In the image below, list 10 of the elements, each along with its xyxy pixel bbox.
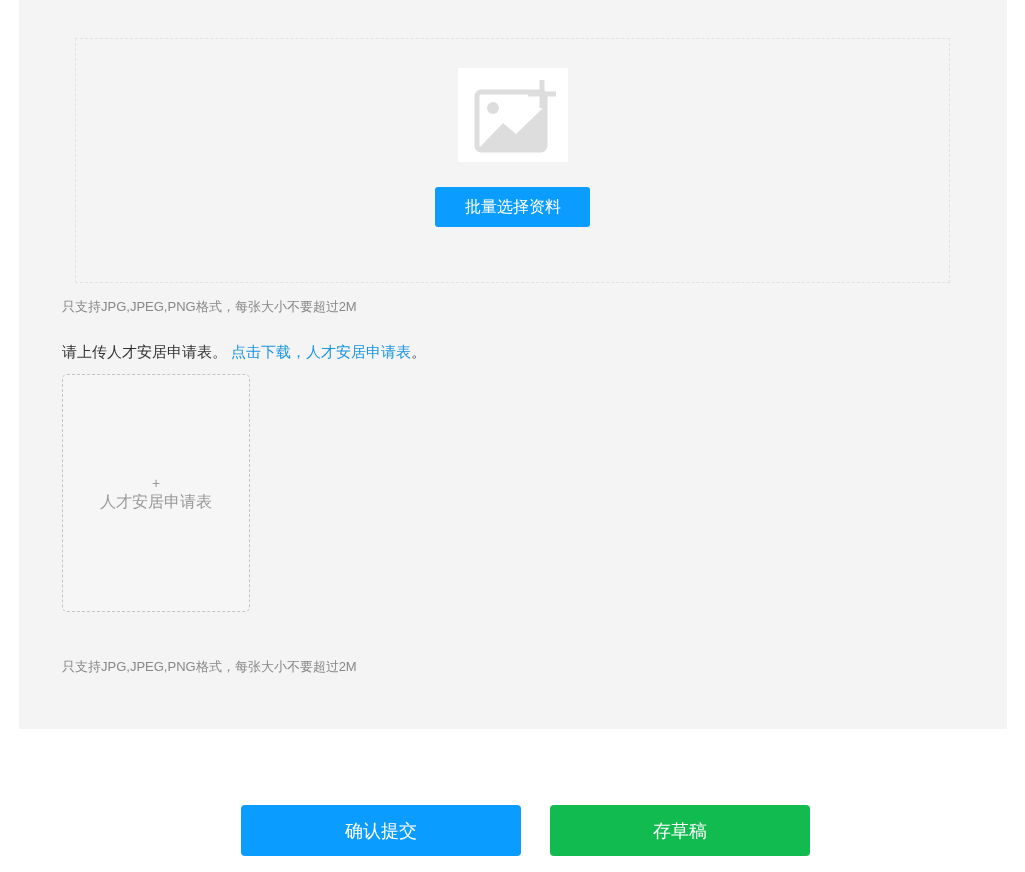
upload-card[interactable]: + 人才安居申请表 — [62, 374, 250, 612]
upload-dropzone[interactable]: 批量选择资料 — [75, 38, 950, 283]
batch-select-button[interactable]: 批量选择资料 — [435, 187, 590, 227]
save-draft-button[interactable]: 存草稿 — [550, 805, 810, 856]
download-link[interactable]: 点击下载，人才安居申请表 — [231, 343, 412, 360]
format-hint: 只支持JPG,JPEG,PNG格式，每张大小不要超过2M — [62, 298, 358, 316]
add-image-icon — [457, 68, 568, 162]
upload-instruction: 请上传人才安居申请表。 点击下载，人才安居申请表。 — [62, 343, 428, 362]
format-hint: 只支持JPG,JPEG,PNG格式，每张大小不要超过2M — [62, 658, 358, 676]
submit-button[interactable]: 确认提交 — [241, 805, 521, 856]
